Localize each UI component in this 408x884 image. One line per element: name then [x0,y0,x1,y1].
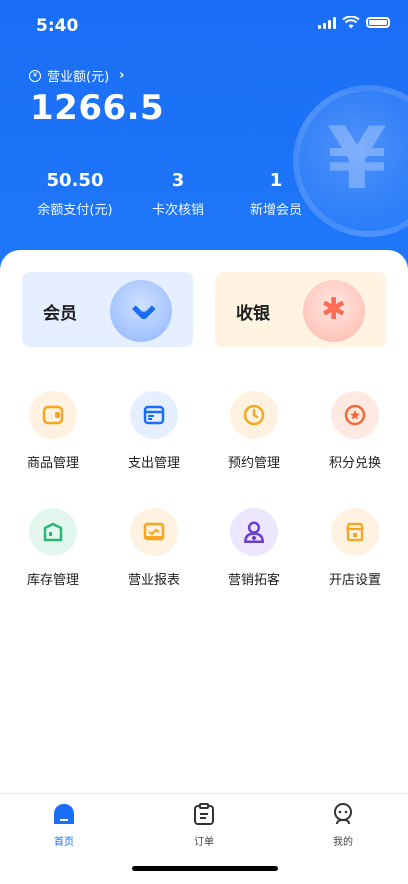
tab-home[interactable]: 首页 [34,802,94,848]
func-label: 积分兑换 [328,456,381,471]
member-badge-icon [110,272,172,342]
func-business-report[interactable]: 营业报表 [114,508,194,588]
func-label: 营业报表 [127,573,180,588]
card-icon [130,391,178,439]
order-icon [194,803,214,825]
revenue-value: 1266.5 [30,88,165,128]
tab-label: 我的 [333,837,353,848]
stat-label: 新增会员 [249,203,302,218]
user-add-icon [230,508,278,556]
clock-icon [230,391,278,439]
tab-orders[interactable]: 订单 [174,802,234,848]
tab-profile[interactable]: 我的 [313,802,373,848]
func-label: 营销拓客 [227,573,280,588]
func-store-settings[interactable]: 开店设置 [315,508,395,588]
func-label: 库存管理 [26,573,79,588]
signal-icon [318,16,336,29]
main-panel: 会员 收银 商品管理 支出管理 预约管理 积分兑换 库存管理 [0,250,408,795]
stat-new-members[interactable]: 1 新增会员 [216,170,336,218]
func-expense-management[interactable]: 支出管理 [114,391,194,471]
revenue-label: 营业额(元) [47,70,110,85]
cashier-card-title: 收银 [236,304,270,324]
status-time: 5:40 [36,16,79,36]
func-marketing[interactable]: 营销拓客 [214,508,294,588]
stat-balance[interactable]: 50.50 余额支付(元) [15,170,135,218]
member-card[interactable]: 会员 [22,272,193,347]
money-bag-icon: ¥ [29,69,41,82]
chevron-right-icon: › [119,68,125,83]
revenue-label-row[interactable]: ¥ 营业额(元) › [29,66,125,85]
tab-label: 订单 [194,837,214,848]
home-icon [54,804,74,824]
warehouse-icon [29,508,77,556]
stat-label: 余额支付(元) [37,203,113,218]
cashier-badge-icon [303,280,365,342]
header: ¥ 5:40 ¥ 营业额(元) › 1266.5 50.50 余额支付(元) 3… [0,0,408,290]
stat-value: 1 [269,170,283,191]
cashier-card[interactable]: 收银 [215,272,386,347]
func-inventory-management[interactable]: 库存管理 [13,508,93,588]
stat-value: 50.50 [46,170,104,191]
status-icons [318,16,390,29]
func-label: 开店设置 [328,573,381,588]
func-label: 商品管理 [26,456,79,471]
func-points-exchange[interactable]: 积分兑换 [315,391,395,471]
profile-icon [334,803,352,825]
battery-icon [366,17,390,28]
func-appointment-management[interactable]: 预约管理 [214,391,294,471]
report-icon [130,508,178,556]
tab-label: 首页 [54,837,74,848]
member-card-title: 会员 [43,304,77,324]
func-label: 预约管理 [227,456,280,471]
store-icon [331,508,379,556]
wifi-icon [342,16,360,29]
home-indicator [132,866,278,871]
star-badge-icon [331,391,379,439]
func-goods-management[interactable]: 商品管理 [13,391,93,471]
func-label: 支出管理 [127,456,180,471]
wallet-icon [29,391,77,439]
